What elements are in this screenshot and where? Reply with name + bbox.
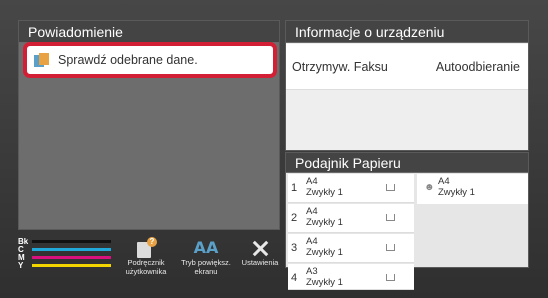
notification-text: Sprawdź odebrane dane.	[58, 53, 198, 67]
user-manual-icon: ?	[137, 237, 157, 258]
toner-bar	[32, 239, 111, 243]
paper-tray-panel: Podajnik Papieru 1 A4 Zwykły 1 2 A4 Zwyk…	[285, 152, 529, 290]
tray-number: 3	[291, 242, 298, 254]
toner-bar	[32, 263, 111, 267]
user-manual-label-line2: użytkownika	[125, 267, 167, 276]
tray-1[interactable]: 1 A4 Zwykły 1	[288, 174, 414, 203]
toner-row-y: Y	[18, 260, 111, 270]
tray-paper-type: Zwykły 1	[306, 247, 343, 258]
tray-paper-type: Zwykły 1	[306, 277, 343, 288]
tray-paper-type: Zwykły 1	[306, 217, 343, 228]
tray-paper-type: Zwykły 1	[306, 187, 343, 198]
toner-levels: Bk C M Y	[18, 237, 111, 270]
user-manual-button[interactable]: ? Podręcznik użytkownika	[118, 237, 174, 276]
screen-zoom-button[interactable]: AA Tryb powiększ. ekranu	[176, 238, 236, 276]
tray-number: 2	[291, 212, 298, 224]
fax-receive-row[interactable]: Otrzymyw. Faksu Autoodbieranie	[286, 44, 528, 90]
tray-4[interactable]: 4 A3 Zwykły 1	[288, 264, 414, 290]
bypass-tray-icon: ☻	[424, 182, 435, 193]
tray-number: 1	[291, 182, 298, 194]
device-info-panel: Informacje o urządzeniu Otrzymyw. Faksu …	[285, 20, 529, 151]
tray-paper-size: A3	[306, 266, 318, 277]
tray-2[interactable]: 2 A4 Zwykły 1	[288, 204, 414, 233]
zoom-icon: AA	[193, 238, 219, 257]
bypass-paper-type: Zwykły 1	[438, 187, 475, 198]
settings-label: Ustawienia	[241, 258, 279, 267]
notification-item-received-data[interactable]: Sprawdź odebrane dane.	[23, 42, 277, 78]
fax-receive-label: Otrzymyw. Faksu	[292, 59, 388, 74]
tray-icon	[386, 244, 395, 251]
tray-paper-size: A4	[306, 236, 318, 247]
bypass-paper-size: A4	[438, 176, 450, 187]
toner-bar	[32, 255, 111, 259]
received-data-icon	[34, 53, 50, 67]
tray-paper-size: A4	[306, 176, 318, 187]
tray-icon	[386, 184, 395, 191]
home-screen: Powiadomienie Sprawdź odebrane dane. Inf…	[0, 0, 548, 298]
notification-panel: Powiadomienie Sprawdź odebrane dane.	[18, 20, 280, 230]
notification-panel-title: Powiadomienie	[19, 21, 279, 43]
tray-3[interactable]: 3 A4 Zwykły 1	[288, 234, 414, 263]
toner-label: Y	[18, 260, 24, 270]
tray-icon	[386, 214, 395, 221]
tray-paper-size: A4	[306, 206, 318, 217]
tray-number: 4	[291, 272, 298, 284]
device-info-title: Informacje o urządzeniu	[286, 21, 528, 43]
settings-button[interactable]: Ustawienia	[238, 238, 282, 272]
bypass-tray[interactable]: ☻ A4 Zwykły 1	[417, 174, 528, 204]
fax-receive-value: Autoodbieranie	[435, 59, 520, 74]
screen-zoom-label-line2: ekranu	[194, 267, 218, 276]
paper-tray-title: Podajnik Papieru	[286, 153, 528, 173]
screen-zoom-label-line1: Tryb powiększ.	[181, 258, 231, 267]
wrench-screwdriver-icon	[249, 238, 271, 258]
toner-bar	[32, 247, 111, 251]
user-manual-label-line1: Podręcznik	[127, 258, 165, 267]
tray-icon	[386, 274, 395, 281]
